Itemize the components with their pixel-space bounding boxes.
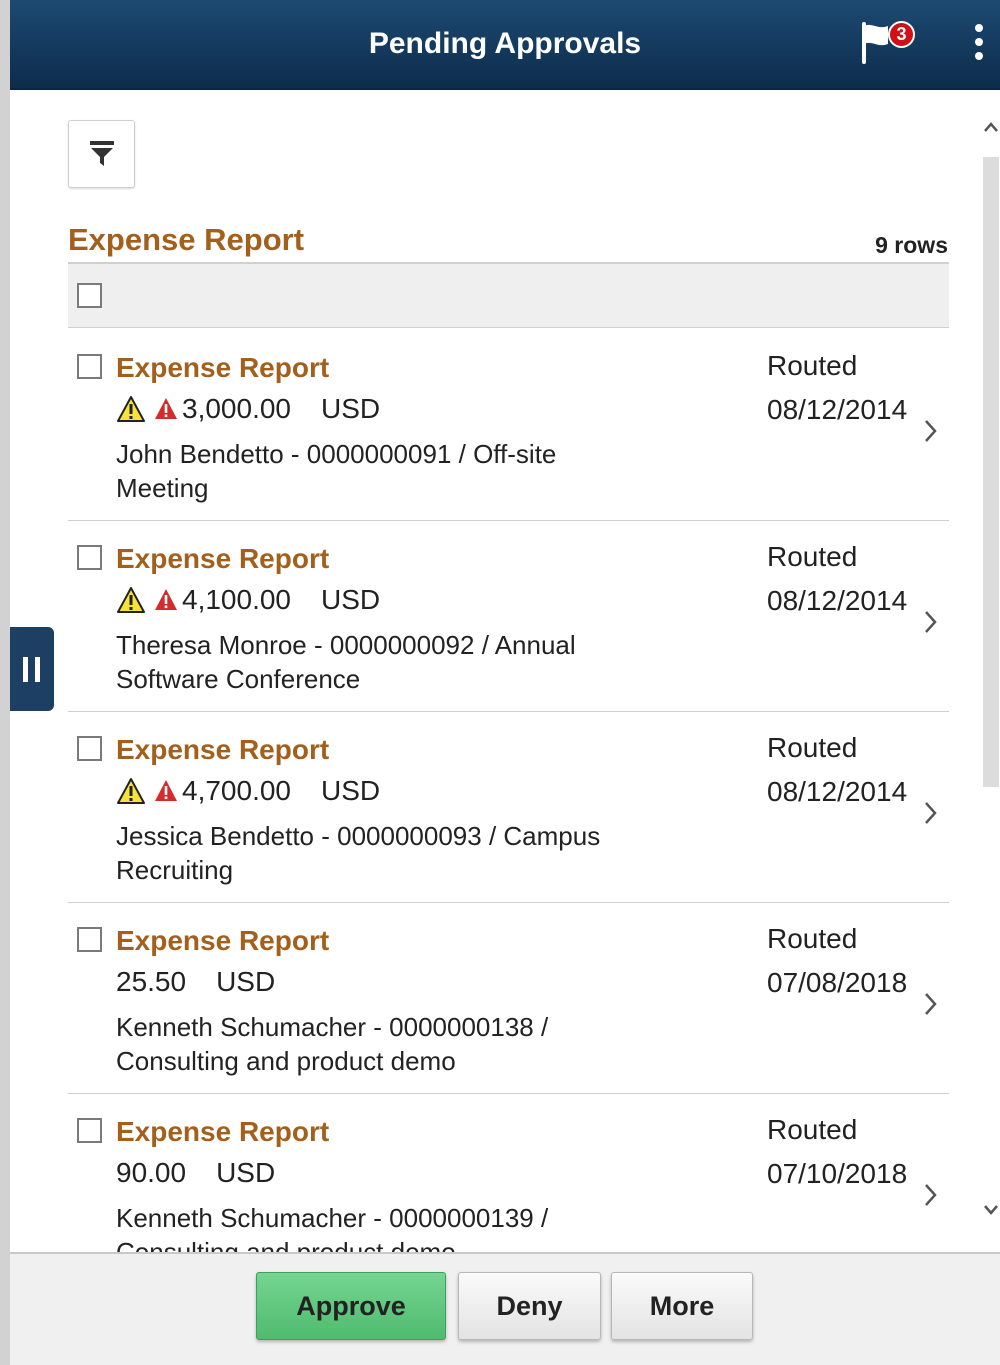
scroll-up-icon[interactable]: [982, 118, 1000, 138]
item-amount-line: 90.00 USD: [116, 1157, 275, 1189]
item-description: Kenneth Schumacher - 0000000139 / Consul…: [116, 1203, 549, 1252]
item-currency: USD: [321, 775, 381, 806]
list-item[interactable]: Expense Report 4,700.00 USD Jessica Bend…: [68, 712, 949, 903]
chevron-right-icon[interactable]: [923, 418, 939, 444]
list-item[interactable]: Expense Report 25.50 USD Kenneth Schumac…: [68, 903, 949, 1094]
item-amount: 4,100.00: [182, 584, 291, 615]
item-amount: 90.00: [116, 1157, 187, 1188]
item-status: Routed: [767, 350, 858, 381]
item-title: Expense Report: [116, 543, 330, 574]
filter-button[interactable]: [68, 120, 135, 188]
item-amount-line: 25.50 USD: [116, 966, 275, 998]
item-date: 08/12/2014: [767, 776, 908, 807]
list-item[interactable]: Expense Report 3,000.00 USD John Bendett…: [68, 330, 949, 521]
warning-icon: [117, 587, 145, 613]
item-amount-line: 4,100.00 USD: [116, 584, 380, 616]
error-icon: [155, 780, 177, 801]
page-title: Pending Approvals: [368, 27, 642, 60]
error-icon: [155, 398, 177, 419]
item-status: Routed: [767, 732, 858, 763]
more-button[interactable]: More: [611, 1272, 753, 1340]
item-currency: USD: [216, 1157, 276, 1188]
side-panel-toggle[interactable]: [10, 627, 54, 711]
item-date: 08/12/2014: [767, 585, 908, 616]
list-item[interactable]: Expense Report 4,100.00 USD Theresa Monr…: [68, 521, 949, 712]
item-amount: 25.50: [116, 966, 187, 997]
notification-badge: 3: [888, 21, 915, 48]
item-date: 08/12/2014: [767, 394, 908, 425]
chevron-right-icon[interactable]: [923, 991, 939, 1017]
row-count: 9 rows: [875, 232, 948, 258]
item-description: Jessica Bendetto - 0000000093 / Campus R…: [116, 821, 601, 885]
item-title: Expense Report: [116, 1116, 330, 1147]
scrollbar[interactable]: [982, 92, 1000, 1252]
row-checkbox[interactable]: [77, 545, 102, 570]
item-title: Expense Report: [116, 352, 330, 383]
item-description: John Bendetto - 0000000091 / Off-site Me…: [116, 439, 557, 503]
app-frame: Pending Approvals 3 Expense Report 9 row…: [0, 0, 1000, 1365]
list-item[interactable]: Expense Report 90.00 USD Kenneth Schumac…: [68, 1094, 949, 1252]
item-amount: 3,000.00: [182, 393, 291, 424]
section-title: Expense Report: [68, 222, 305, 257]
item-currency: USD: [321, 393, 381, 424]
row-checkbox[interactable]: [77, 736, 102, 761]
scroll-thumb[interactable]: [983, 157, 999, 787]
item-status: Routed: [767, 923, 858, 954]
pause-icon-bar: [23, 657, 28, 682]
item-currency: USD: [321, 584, 381, 615]
item-title: Expense Report: [116, 925, 330, 956]
item-amount-line: 4,700.00 USD: [116, 775, 380, 807]
approval-list: Expense Report 3,000.00 USD John Bendett…: [68, 330, 949, 1252]
row-checkbox[interactable]: [77, 354, 102, 379]
select-all-bar: [68, 262, 949, 328]
filter-icon: [90, 141, 114, 166]
chevron-right-icon[interactable]: [923, 1182, 939, 1208]
item-amount: 4,700.00: [182, 775, 291, 806]
header-bar: Pending Approvals 3: [10, 0, 1000, 90]
item-amount-line: 3,000.00 USD: [116, 393, 380, 425]
item-currency: USD: [216, 966, 276, 997]
warning-icon: [117, 396, 145, 422]
error-icon: [155, 589, 177, 610]
actions-menu-icon[interactable]: [972, 24, 986, 68]
item-description: Kenneth Schumacher - 0000000138 / Consul…: [116, 1012, 549, 1076]
item-date: 07/08/2018: [767, 967, 908, 998]
deny-button[interactable]: Deny: [458, 1272, 601, 1340]
row-checkbox[interactable]: [77, 1118, 102, 1143]
item-title: Expense Report: [116, 734, 330, 765]
scroll-down-icon[interactable]: [982, 1200, 1000, 1220]
select-all-checkbox[interactable]: [77, 283, 102, 308]
item-status: Routed: [767, 1114, 858, 1145]
approve-button[interactable]: Approve: [256, 1272, 446, 1340]
chevron-right-icon[interactable]: [923, 800, 939, 826]
pause-icon-bar: [35, 657, 40, 682]
item-description: Theresa Monroe - 0000000092 / Annual Sof…: [116, 630, 576, 694]
notifications-button[interactable]: 3: [858, 20, 928, 70]
warning-icon: [117, 778, 145, 804]
row-checkbox[interactable]: [77, 927, 102, 952]
chevron-right-icon[interactable]: [923, 609, 939, 635]
item-status: Routed: [767, 541, 858, 572]
action-footer: Approve Deny More: [10, 1252, 1000, 1365]
item-date: 07/10/2018: [767, 1158, 908, 1189]
